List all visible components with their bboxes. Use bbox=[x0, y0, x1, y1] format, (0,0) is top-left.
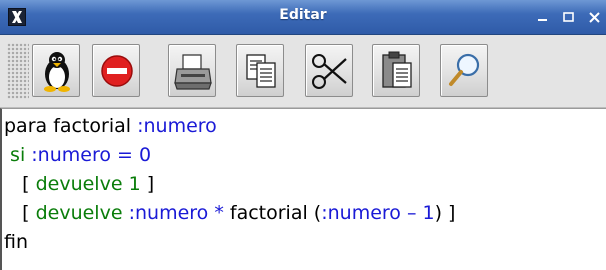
operator-token: = bbox=[110, 144, 139, 166]
scissors-icon bbox=[312, 54, 347, 89]
cut-button[interactable] bbox=[305, 44, 353, 97]
paste-button[interactable] bbox=[372, 44, 420, 97]
search-button[interactable] bbox=[440, 44, 488, 97]
tux-penguin-icon bbox=[44, 52, 70, 92]
bracket-open: [ bbox=[4, 202, 36, 224]
code-line: si :numero = 0 bbox=[4, 141, 151, 169]
keyword-token: devuelve bbox=[35, 173, 123, 195]
number-token: 0 bbox=[138, 144, 152, 166]
magnifier-icon bbox=[449, 53, 480, 86]
bracket-open: [ bbox=[4, 173, 36, 195]
close-icon[interactable] bbox=[587, 9, 603, 25]
editor-window: Editar para factorial:numero si:numero… bbox=[0, 0, 606, 270]
bracket-close: ) ] bbox=[434, 202, 456, 224]
parameter-token: :numero bbox=[137, 115, 217, 137]
toolbar-grip[interactable] bbox=[7, 43, 29, 99]
number-token: 1 bbox=[422, 202, 435, 224]
print-button[interactable] bbox=[168, 44, 216, 97]
bracket-close: ] bbox=[140, 173, 155, 195]
tux-penguin-button[interactable] bbox=[32, 44, 80, 97]
operator-token: * bbox=[208, 202, 230, 224]
copy-icon bbox=[246, 54, 276, 88]
variable-token: :numero bbox=[31, 144, 111, 166]
variable-token: :numero bbox=[321, 202, 401, 224]
paste-icon bbox=[382, 51, 412, 88]
code-line: [ devuelve :numero * factorial (:numero … bbox=[4, 199, 455, 227]
stop-button[interactable] bbox=[92, 44, 140, 97]
keyword-token: si bbox=[10, 144, 26, 166]
end-keyword: fin bbox=[4, 231, 29, 253]
title-bar[interactable]: Editar bbox=[0, 0, 606, 35]
minimize-icon[interactable] bbox=[535, 9, 551, 25]
code-editor[interactable]: para factorial :numero si :numero = 0 [ … bbox=[0, 108, 606, 270]
code-line: [ devuelve 1 ] bbox=[4, 170, 154, 198]
toolbar bbox=[0, 35, 606, 108]
stop-icon bbox=[101, 55, 133, 87]
window-title: Editar bbox=[279, 7, 327, 23]
code-line: para factorial :numero bbox=[4, 112, 217, 140]
variable-token: :numero bbox=[128, 202, 209, 224]
maximize-icon[interactable] bbox=[561, 9, 577, 25]
copy-button[interactable] bbox=[236, 44, 284, 97]
procedure-header-text: para factorial bbox=[4, 115, 138, 137]
number-token: 1 bbox=[128, 173, 141, 195]
printer-icon bbox=[174, 54, 212, 90]
keyword-token: devuelve bbox=[35, 202, 123, 224]
function-call-token: factorial ( bbox=[229, 202, 322, 224]
code-line: fin bbox=[4, 228, 28, 256]
operator-token: – bbox=[400, 202, 423, 224]
